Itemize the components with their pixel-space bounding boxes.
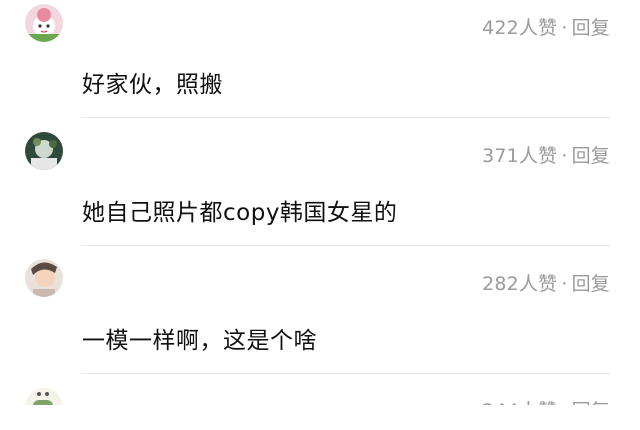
user-avatar[interactable]	[25, 259, 63, 297]
like-count[interactable]: 282人赞	[482, 273, 557, 295]
meta-separator: ·	[561, 273, 568, 295]
like-count[interactable]: 422人赞	[482, 17, 557, 39]
comment-text: 一模一样啊，这是个啥	[82, 328, 317, 354]
meta-separator: ·	[561, 145, 568, 167]
reply-button[interactable]: 回复	[572, 145, 610, 167]
reply-button[interactable]: 回复	[572, 273, 610, 295]
pale-avatar-icon	[25, 259, 63, 297]
comment-text: 她自己照片都copy韩国女星的	[82, 200, 398, 226]
divider	[82, 245, 610, 246]
comment-meta: 371人赞 · 回复	[482, 141, 610, 168]
user-avatar[interactable]	[25, 132, 63, 170]
comment-text: 好家伙，照搬	[82, 72, 223, 98]
divider	[82, 117, 610, 118]
cartoon-avatar-icon	[25, 4, 63, 42]
divider	[82, 373, 610, 374]
bottom-crop	[0, 405, 640, 430]
reply-button[interactable]: 回复	[572, 17, 610, 39]
comment-meta: 422人赞 · 回复	[482, 13, 610, 40]
green-avatar-icon	[25, 132, 63, 170]
like-count[interactable]: 371人赞	[482, 145, 557, 167]
meta-separator: ·	[561, 17, 568, 39]
user-avatar[interactable]	[25, 4, 63, 42]
comment-meta: 282人赞 · 回复	[482, 269, 610, 296]
